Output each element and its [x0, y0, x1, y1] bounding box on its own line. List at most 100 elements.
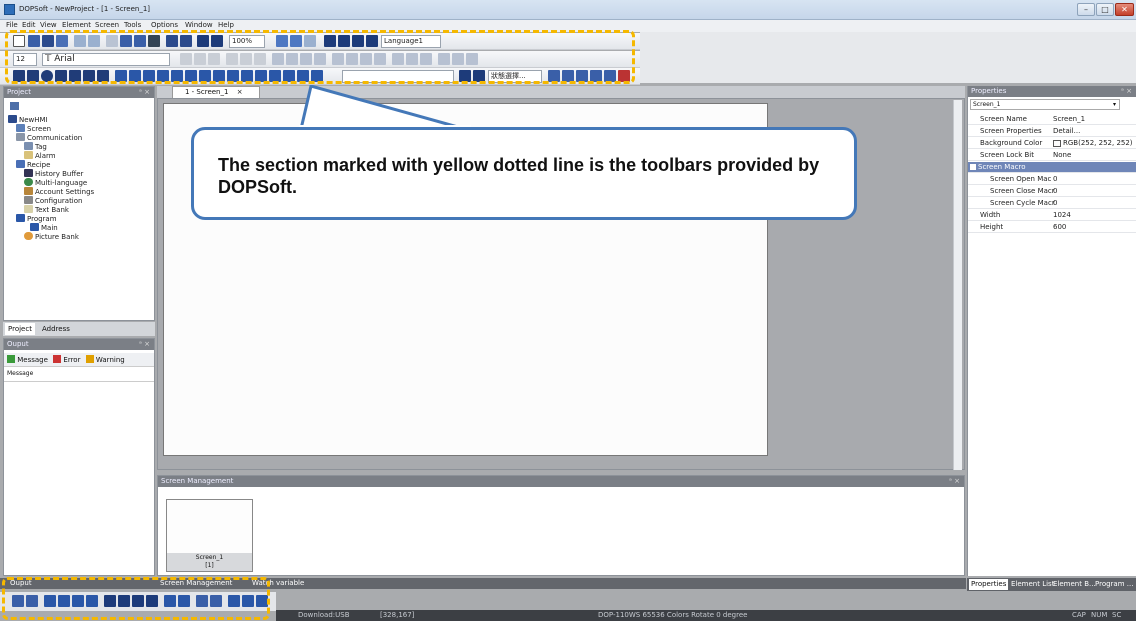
object-select[interactable]: Screen_1 ▾	[970, 99, 1120, 110]
property-value[interactable]: None	[1053, 150, 1071, 161]
maximize-button[interactable]: □	[1096, 3, 1114, 16]
menu-element[interactable]: Element	[62, 21, 91, 29]
property-value[interactable]: 0	[1053, 198, 1057, 209]
property-name: Screen Cycle Macr	[990, 199, 1055, 207]
tree-label: Recipe	[27, 161, 51, 169]
communication-icon	[16, 133, 25, 141]
warning-icon	[85, 355, 94, 363]
property-row[interactable]: Screen Lock Bit None	[968, 150, 1136, 161]
property-value[interactable]: 0	[1053, 174, 1057, 185]
tree-item-alarm[interactable]: Alarm	[24, 151, 56, 160]
tree-item-history-buffer[interactable]: History Buffer	[24, 169, 83, 178]
project-properties-icon[interactable]	[10, 102, 19, 110]
panel-close-icon[interactable]: ᵃ ×	[949, 476, 960, 487]
property-row[interactable]: Screen Name Screen_1	[968, 114, 1136, 125]
filter-warning[interactable]: Warning	[96, 356, 125, 364]
property-value[interactable]: Screen_1	[1053, 114, 1085, 125]
tab-screen-1[interactable]: 1 - Screen_1 ×	[172, 86, 260, 98]
property-name: Screen Properties	[980, 127, 1042, 135]
property-value[interactable]: 600	[1053, 222, 1066, 233]
properties-title: Properties	[971, 87, 1007, 95]
tab-properties[interactable]: Properties	[969, 579, 1009, 590]
property-row[interactable]: Screen Macro	[968, 162, 1136, 173]
tree-item-tag[interactable]: Tag	[24, 142, 47, 151]
properties-panel: Properties ᵃ × Screen_1 ▾ Screen Name Scre…	[967, 86, 1136, 576]
filter-error[interactable]: Error	[63, 356, 80, 364]
close-button[interactable]: ✕	[1115, 3, 1134, 16]
tree-label: NewHMI	[19, 116, 48, 124]
tree-label: Text Bank	[35, 206, 69, 214]
menu-window[interactable]: Window	[185, 21, 213, 29]
menu-file[interactable]: File	[6, 21, 18, 29]
properties-tabs: Properties Element List Element B... Pro…	[967, 578, 1136, 591]
property-name: Width	[980, 211, 1001, 219]
status-scroll: SC	[1112, 611, 1122, 619]
menu-edit[interactable]: Edit	[22, 21, 36, 29]
tab-address[interactable]: Address	[39, 323, 73, 335]
menu-screen[interactable]: Screen	[95, 21, 119, 29]
tree-item-multi-language[interactable]: Multi-language	[24, 178, 87, 187]
minimize-button[interactable]: –	[1077, 3, 1095, 16]
tree-label: Tag	[35, 143, 47, 151]
output-column-header: Message	[7, 370, 34, 377]
panel-close-icon[interactable]: ᵃ ×	[139, 87, 150, 98]
panel-close-icon[interactable]: ᵃ ×	[1121, 86, 1132, 97]
project-tabs: Project Address	[3, 322, 155, 336]
configuration-icon	[24, 196, 33, 204]
tree-item-main[interactable]: Main	[30, 223, 58, 232]
status-caps: CAP	[1072, 611, 1086, 619]
property-row[interactable]: Width 1024	[968, 210, 1136, 221]
filter-message[interactable]: Message	[17, 356, 48, 364]
property-row[interactable]: Background Color RGB(252, 252, 252)	[968, 138, 1136, 149]
status-coordinates: [328,167]	[380, 611, 415, 619]
thumbnail-id: [1]	[205, 562, 214, 569]
callout-text: The section marked with yellow dotted li…	[218, 155, 820, 197]
property-value[interactable]: RGB(252, 252, 252)	[1063, 138, 1133, 149]
collapse-icon[interactable]	[970, 164, 976, 170]
account-icon	[24, 187, 33, 195]
tree-item-program[interactable]: Program	[16, 214, 57, 223]
picture-bank-icon	[24, 232, 33, 240]
object-select-value: Screen_1	[973, 101, 1001, 108]
tree-item-communication[interactable]: Communication	[16, 133, 82, 142]
tab-element-bank[interactable]: Element B...	[1053, 579, 1096, 590]
property-row[interactable]: Screen Close Macr 0	[968, 186, 1136, 197]
tree-label: Main	[41, 224, 58, 232]
property-row[interactable]: Screen Open Mac 0	[968, 174, 1136, 185]
tree-item-account-settings[interactable]: Account Settings	[24, 187, 94, 196]
vertical-scrollbar[interactable]	[953, 100, 962, 470]
tree-item-picture-bank[interactable]: Picture Bank	[24, 232, 79, 241]
menu-help[interactable]: Help	[218, 21, 234, 29]
tree-label: Communication	[27, 134, 83, 142]
project-panel-title: Project	[7, 88, 31, 96]
menu-view[interactable]: View	[40, 21, 57, 29]
output-panel-title: Ouput	[7, 340, 29, 348]
property-row[interactable]: Height 600	[968, 222, 1136, 233]
tab-element-list[interactable]: Element List	[1011, 579, 1054, 590]
panel-close-icon[interactable]: ᵃ ×	[139, 339, 150, 350]
tab-close-icon[interactable]: ×	[237, 88, 243, 96]
tree-item-recipe[interactable]: Recipe	[16, 160, 50, 169]
property-name: Screen Close Macr	[990, 187, 1055, 195]
screen-thumbnail[interactable]: Screen_1 [1]	[166, 499, 253, 572]
tree-item-text-bank[interactable]: Text Bank	[24, 205, 69, 214]
property-row[interactable]: Screen Properties Detail...	[968, 126, 1136, 137]
property-value[interactable]: 0	[1053, 186, 1057, 197]
tree-item-configuration[interactable]: Configuration	[24, 196, 82, 205]
tree-label: Program	[27, 215, 57, 223]
menu-options[interactable]: Options	[151, 21, 178, 29]
tree-label: Alarm	[35, 152, 56, 160]
property-value[interactable]: 1024	[1053, 210, 1071, 221]
menu-tools[interactable]: Tools	[124, 21, 141, 29]
tree-item-newhmi[interactable]: NewHMI	[8, 115, 48, 124]
tab-program[interactable]: Program ...	[1095, 579, 1133, 590]
property-value[interactable]: Detail...	[1053, 126, 1080, 137]
output-filter-bar: Message Error Warning	[4, 353, 154, 367]
property-row[interactable]: Screen Cycle Macr 0	[968, 198, 1136, 209]
recipe-icon	[16, 160, 25, 168]
tree-item-screen[interactable]: Screen	[16, 124, 51, 133]
property-name: Screen Macro	[978, 163, 1026, 171]
tab-project[interactable]: Project	[5, 323, 35, 335]
tree-label: History Buffer	[35, 170, 84, 178]
thumbnail-name: Screen_1	[195, 554, 224, 561]
